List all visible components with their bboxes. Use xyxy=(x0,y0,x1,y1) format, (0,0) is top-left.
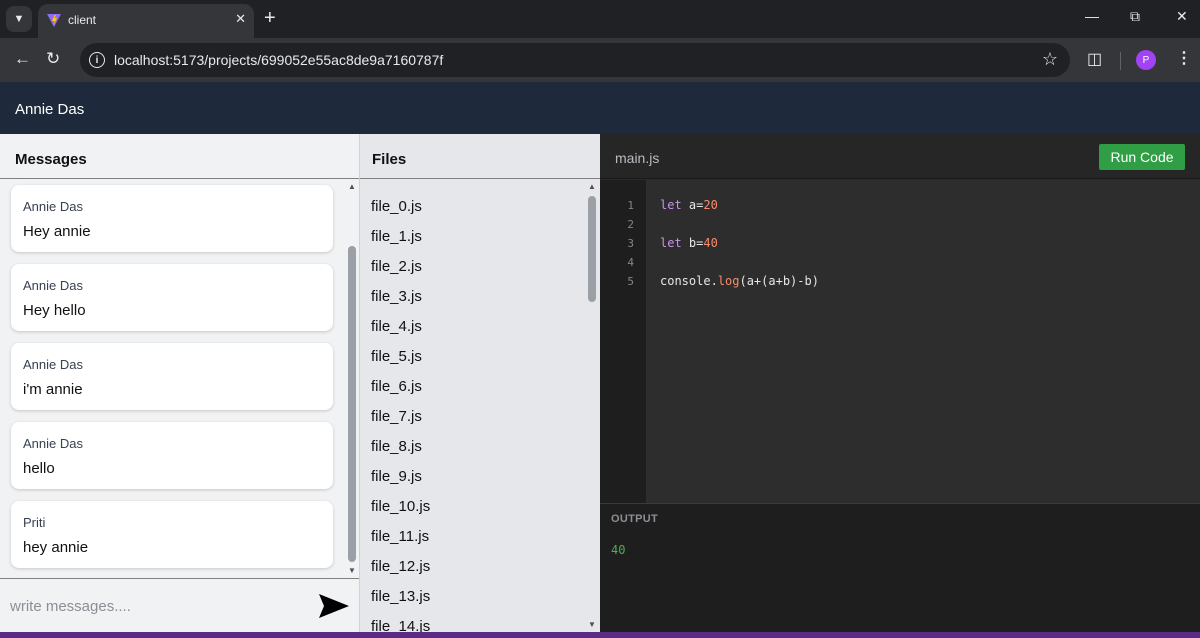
send-icon[interactable] xyxy=(318,592,350,620)
message-text: Hey annie xyxy=(23,223,91,240)
extensions-puzzle-icon[interactable]: ◫ xyxy=(1087,49,1102,69)
editor-header: main.js Run Code xyxy=(600,134,1200,179)
run-code-button[interactable]: Run Code xyxy=(1099,144,1185,170)
message-author: Annie Das xyxy=(23,357,83,372)
code-line: let a=20 xyxy=(660,198,718,212)
tab-search-chevron-icon[interactable]: ▼ xyxy=(6,6,32,32)
file-list[interactable]: file_0.js file_1.js file_2.js file_3.js … xyxy=(360,180,600,632)
message-author: Annie Das xyxy=(23,278,83,293)
app-top-bar: Annie Das xyxy=(0,82,1200,134)
scroll-down-arrow-icon[interactable]: ▼ xyxy=(346,566,358,576)
line-number: 4 xyxy=(627,256,634,269)
code-token: console. xyxy=(660,274,718,288)
scroll-up-arrow-icon[interactable]: ▲ xyxy=(346,182,358,192)
message-text: Hey hello xyxy=(23,302,86,319)
message-card: Annie Das i'm annie xyxy=(11,343,333,410)
code-token: 40 xyxy=(703,236,718,250)
file-item[interactable]: file_3.js xyxy=(371,288,422,305)
file-item[interactable]: file_11.js xyxy=(371,528,429,545)
site-info-icon[interactable]: i xyxy=(89,52,105,68)
vite-logo-icon xyxy=(47,14,61,27)
messages-scrollbar[interactable]: ▲ ▼ xyxy=(346,180,358,578)
browser-tab-strip: ▼ client ✕ + — ⧉ ✕ xyxy=(0,0,1200,38)
file-item[interactable]: file_13.js xyxy=(371,588,430,605)
code-line: let b=40 xyxy=(660,236,718,250)
address-bar[interactable]: i localhost:5173/projects/699052e55ac8de… xyxy=(80,43,1070,77)
bottom-edge-strip xyxy=(0,632,1200,638)
files-panel: Files file_0.js file_1.js file_2.js file… xyxy=(360,134,600,632)
file-item[interactable]: file_5.js xyxy=(371,348,422,365)
reload-icon[interactable]: ↻ xyxy=(46,49,60,69)
line-number-gutter: 1 2 3 4 5 xyxy=(600,180,646,503)
active-file-tab[interactable]: main.js xyxy=(615,150,659,166)
close-window-icon[interactable]: ✕ xyxy=(1176,8,1188,25)
tab-title: client xyxy=(68,13,97,27)
url-text[interactable]: localhost:5173/projects/699052e55ac8de9a… xyxy=(114,52,443,68)
new-tab-icon[interactable]: + xyxy=(264,6,276,30)
line-number: 3 xyxy=(627,237,634,250)
output-label: OUTPUT xyxy=(611,513,659,525)
file-item[interactable]: file_6.js xyxy=(371,378,422,395)
message-list[interactable]: Annie Das Hey annie Annie Das Hey hello … xyxy=(0,180,360,578)
file-item[interactable]: file_10.js xyxy=(371,498,430,515)
file-item[interactable]: file_14.js xyxy=(371,618,430,632)
message-author: Annie Das xyxy=(23,436,83,451)
close-tab-icon[interactable]: ✕ xyxy=(235,11,246,27)
message-card: Annie Das hello xyxy=(11,422,333,489)
scroll-down-arrow-icon[interactable]: ▼ xyxy=(586,620,598,630)
scroll-up-arrow-icon[interactable]: ▲ xyxy=(586,182,598,192)
code-token: b= xyxy=(681,236,704,250)
file-item[interactable]: file_4.js xyxy=(371,318,422,335)
message-author: Priti xyxy=(23,515,46,530)
code-token: let xyxy=(660,236,682,250)
current-user-name: Annie Das xyxy=(15,101,85,118)
message-text: hey annie xyxy=(23,539,89,556)
profile-avatar[interactable]: P xyxy=(1136,50,1156,70)
file-item[interactable]: file_7.js xyxy=(371,408,422,425)
files-scrollbar[interactable]: ▲ ▼ xyxy=(586,180,598,632)
line-number: 1 xyxy=(627,199,634,212)
messages-panel: Messages Annie Das Hey annie Annie Das H… xyxy=(0,134,360,632)
editor-panel: main.js Run Code 1 2 3 4 5 let a=20 let … xyxy=(600,134,1200,632)
scrollbar-thumb[interactable] xyxy=(348,246,356,562)
scrollbar-thumb[interactable] xyxy=(588,196,596,302)
code-token: (a+(a+b)-b) xyxy=(739,274,819,288)
file-item[interactable]: file_12.js xyxy=(371,558,430,575)
browser-toolbar: ← ↻ i localhost:5173/projects/699052e55a… xyxy=(0,38,1200,82)
message-text: hello xyxy=(23,460,55,477)
bookmark-star-icon[interactable]: ☆ xyxy=(1042,49,1058,70)
files-header: Files xyxy=(360,134,600,179)
file-item[interactable]: file_0.js xyxy=(371,198,422,215)
line-number: 2 xyxy=(627,218,634,231)
message-input[interactable] xyxy=(10,593,300,619)
code-token: 20 xyxy=(703,198,718,212)
file-item[interactable]: file_1.js xyxy=(371,228,422,245)
message-composer xyxy=(0,578,359,632)
code-token: log xyxy=(717,274,740,288)
message-card: Annie Das Hey hello xyxy=(11,264,333,331)
minimize-icon[interactable]: — xyxy=(1085,8,1099,24)
back-arrow-icon[interactable]: ← xyxy=(14,49,31,69)
message-text: i'm annie xyxy=(23,381,83,398)
code-token: let xyxy=(660,198,682,212)
app-root: Annie Das Messages Annie Das Hey annie A… xyxy=(0,82,1200,632)
output-panel: OUTPUT 40 xyxy=(600,503,1200,632)
restore-icon[interactable]: ⧉ xyxy=(1130,8,1140,25)
output-text: 40 xyxy=(611,543,626,557)
file-item[interactable]: file_8.js xyxy=(371,438,422,455)
browser-tab[interactable]: client ✕ xyxy=(38,4,254,38)
message-card: Annie Das Hey annie xyxy=(11,185,333,252)
message-card: Priti hey annie xyxy=(11,501,333,568)
browser-menu-kebab-icon[interactable]: ⋮ xyxy=(1176,48,1192,68)
message-author: Annie Das xyxy=(23,199,83,214)
file-item[interactable]: file_2.js xyxy=(371,258,422,275)
code-token: a= xyxy=(681,198,704,212)
code-line: console.log(a+(a+b)-b) xyxy=(660,274,819,288)
file-item[interactable]: file_9.js xyxy=(371,468,422,485)
line-number: 5 xyxy=(627,275,634,288)
messages-header: Messages xyxy=(0,134,359,179)
toolbar-divider xyxy=(1120,52,1121,70)
code-editor[interactable]: let a=20 let b=40 console.log(a+(a+b)-b) xyxy=(646,180,1200,503)
